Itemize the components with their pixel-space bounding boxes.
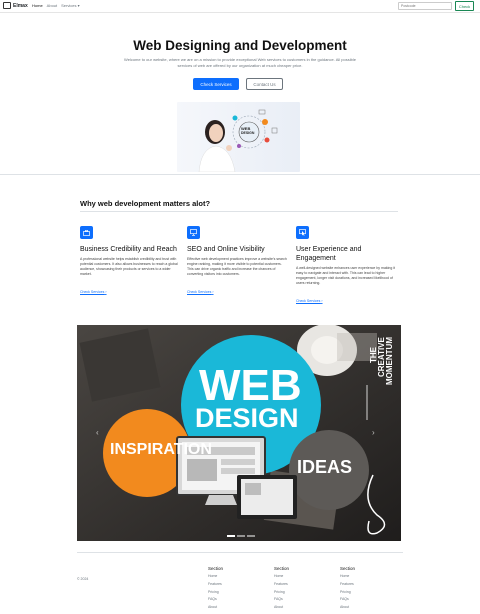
- footer-link[interactable]: About: [208, 604, 258, 612]
- carousel-text-inspiration: INSPIRATION: [110, 441, 212, 458]
- feature-text: A well-designed website enhances user ex…: [296, 266, 396, 285]
- features-rule: [80, 211, 398, 212]
- briefcase-icon: [80, 226, 93, 239]
- feature-title: Business Credibility and Reach: [80, 246, 177, 253]
- feature-link[interactable]: Check Services ›: [187, 290, 213, 294]
- footer-link[interactable]: Pricing: [274, 589, 324, 597]
- feature-card: User Experience and Engagement A well-de…: [296, 226, 396, 307]
- carousel-indicator[interactable]: [237, 535, 245, 537]
- footer-link[interactable]: Pricing: [208, 589, 258, 597]
- nav-link-about[interactable]: About: [47, 3, 57, 8]
- chevron-right-icon: ›: [321, 299, 323, 303]
- footer-rule: [77, 552, 403, 553]
- feature-text: A professional website helps establish c…: [80, 257, 178, 276]
- contact-us-button[interactable]: Contact Us: [246, 78, 283, 90]
- feature-card: SEO and Online Visibility Effective web …: [187, 226, 287, 298]
- footer-column: Section Home Features Pricing FAQs About: [208, 566, 258, 612]
- footer-link[interactable]: Features: [208, 581, 258, 589]
- footer-link[interactable]: Home: [340, 573, 390, 581]
- carousel-next-icon[interactable]: ›: [372, 428, 375, 437]
- feature-link[interactable]: Check Services ›: [80, 290, 106, 294]
- feature-link[interactable]: Check Services ›: [296, 299, 322, 303]
- feature-title: SEO and Online Visibility: [187, 246, 265, 253]
- features-title: Why web development matters alot?: [80, 199, 211, 208]
- footer-link[interactable]: FAQs: [208, 596, 258, 604]
- postcode-input[interactable]: [398, 2, 452, 10]
- footer-heading: Section: [340, 566, 356, 571]
- carousel-text-ideas: IDEAS: [297, 457, 353, 477]
- hero-lead: Welcome to our website, where we are on …: [124, 57, 356, 68]
- nav-link-services[interactable]: Services ▾: [61, 3, 79, 8]
- footer-link[interactable]: Features: [340, 581, 390, 589]
- brand[interactable]: Elmax: [3, 2, 28, 9]
- hero-title: Web Designing and Development: [133, 38, 347, 53]
- feature-card: Business Credibility and Reach A profess…: [80, 226, 180, 298]
- section-divider: [0, 174, 480, 175]
- cursor-icon: [296, 226, 309, 239]
- chevron-right-icon: ›: [212, 290, 214, 294]
- nav-link-home[interactable]: Home: [32, 3, 43, 8]
- nav-links: Home About Services ▾: [32, 3, 80, 8]
- hero-image-text-design: DESIGN: [241, 131, 255, 135]
- carousel-indicator[interactable]: [227, 535, 235, 537]
- footer-column: Section Home Features Pricing FAQs About: [274, 566, 324, 612]
- footer-link[interactable]: About: [274, 604, 324, 612]
- footer-link[interactable]: FAQs: [340, 596, 390, 604]
- footer-link[interactable]: Pricing: [340, 589, 390, 597]
- footer-link[interactable]: Home: [274, 573, 324, 581]
- feature-text: Effective web development practices impr…: [187, 257, 287, 276]
- chevron-right-icon: ›: [105, 290, 107, 294]
- footer-heading: Section: [208, 566, 224, 571]
- feature-title: User Experience and Engagement: [296, 246, 362, 262]
- footer-heading: Section: [274, 566, 290, 571]
- footer-link[interactable]: FAQs: [274, 596, 324, 604]
- chevron-down-icon: ▾: [77, 3, 80, 8]
- copyright: © 2024: [77, 577, 89, 581]
- footer-column: Section Home Features Pricing FAQs About: [340, 566, 390, 612]
- check-button[interactable]: Check: [455, 1, 474, 11]
- brand-name: Elmax: [13, 2, 28, 9]
- carousel-text-momentum: MOMENTUM: [385, 337, 394, 385]
- check-services-button[interactable]: Check Services: [193, 78, 239, 90]
- carousel-text-design: DESIGN: [195, 403, 299, 433]
- carousel-indicator[interactable]: [247, 535, 255, 537]
- navbar: Elmax Home About Services ▾ Check: [0, 0, 480, 13]
- footer-link[interactable]: About: [340, 604, 390, 612]
- footer-link[interactable]: Home: [208, 573, 258, 581]
- carousel-prev-icon[interactable]: ‹: [96, 428, 99, 437]
- monitor-icon: [187, 226, 200, 239]
- hero-image: WEB DESIGN: [177, 102, 300, 172]
- carousel[interactable]: WEB DESIGN INSPIRATION IDEAS THE CREATIV…: [77, 325, 401, 541]
- footer-link[interactable]: Features: [274, 581, 324, 589]
- brand-logo-icon: [3, 2, 11, 9]
- carousel-indicators: [227, 535, 255, 537]
